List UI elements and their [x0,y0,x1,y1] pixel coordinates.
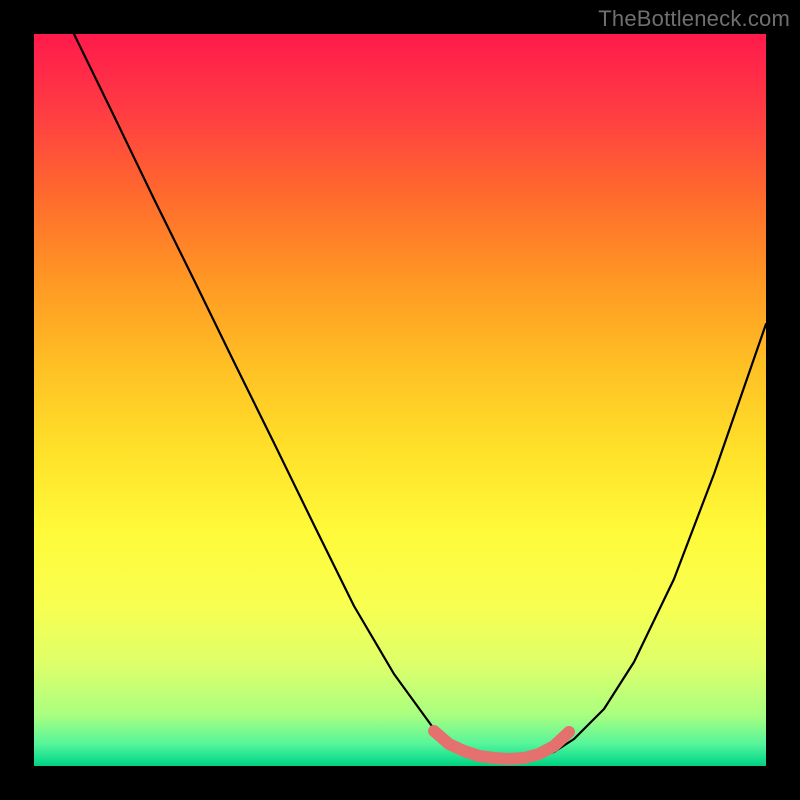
chart-frame: TheBottleneck.com [0,0,800,800]
plot-area [34,34,766,766]
heatmap-gradient [34,34,766,766]
watermark-text: TheBottleneck.com [598,6,790,32]
